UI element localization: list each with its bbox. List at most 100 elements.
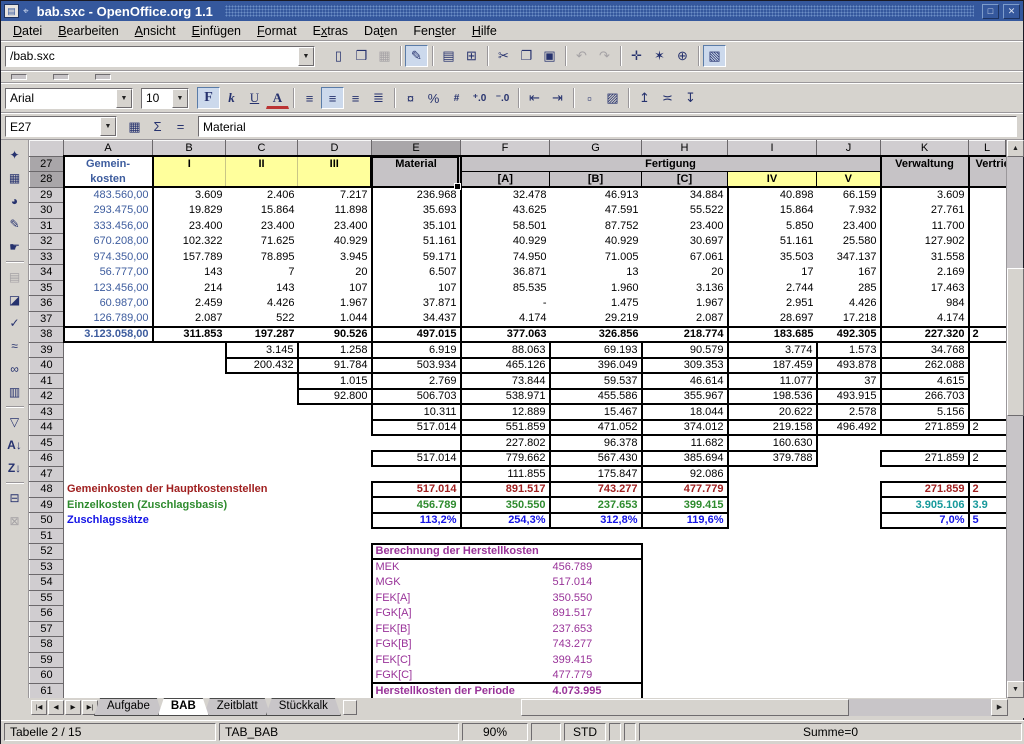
background-color-icon[interactable]: ▨ [601, 87, 624, 109]
cell[interactable] [969, 342, 1006, 358]
cell-K35[interactable]: 17.463 [881, 280, 969, 296]
spellcheck-icon[interactable]: ✓ [3, 311, 27, 334]
cell[interactable] [642, 575, 728, 591]
cell[interactable] [969, 311, 1006, 327]
cell-A36[interactable]: 60.987,00 [64, 296, 153, 312]
cell[interactable] [298, 652, 372, 668]
row-header-29[interactable]: 29 [30, 187, 64, 203]
copy-icon[interactable]: ❐ [515, 45, 538, 67]
cell[interactable] [153, 652, 226, 668]
cell-F40[interactable]: 465.126 [461, 358, 550, 374]
column-header-G[interactable]: G [550, 141, 642, 157]
bold-icon[interactable]: F [197, 87, 220, 109]
cell-D33[interactable]: 3.945 [298, 249, 372, 265]
menu-extras[interactable]: Extras [305, 22, 356, 40]
cell[interactable] [642, 544, 728, 560]
cell-C32[interactable]: 71.625 [226, 234, 298, 250]
cell-G34[interactable]: 13 [550, 265, 642, 281]
cell-D41[interactable]: 1.015 [298, 373, 372, 389]
cell-H46[interactable]: 385.694 [642, 451, 728, 467]
row-header-56[interactable]: 56 [30, 606, 64, 622]
cell-E39[interactable]: 6.919 [372, 342, 461, 358]
cell[interactable] [969, 389, 1006, 405]
cell-K46[interactable]: 271.859 [881, 451, 969, 467]
font-size-dropdown-icon[interactable]: ▼ [172, 89, 188, 108]
cell-F49[interactable]: 350.550 [461, 497, 550, 513]
cell-F43[interactable]: 12.889 [461, 404, 550, 420]
cell-E43[interactable]: 10.311 [372, 404, 461, 420]
cell-K41[interactable]: 4.615 [881, 373, 969, 389]
cell-G46[interactable]: 567.430 [550, 451, 642, 467]
cell[interactable] [64, 606, 153, 622]
row-header-39[interactable]: 39 [30, 342, 64, 358]
cell-F27[interactable]: Fertigung [461, 156, 881, 172]
cell-G40[interactable]: 396.049 [550, 358, 642, 374]
cell[interactable] [64, 420, 153, 436]
cell-I34[interactable]: 17 [728, 265, 817, 281]
cell-C36[interactable]: 4.426 [226, 296, 298, 312]
cell-C35[interactable]: 143 [226, 280, 298, 296]
cell-D37[interactable]: 1.044 [298, 311, 372, 327]
row-header-58[interactable]: 58 [30, 637, 64, 653]
row-header-55[interactable]: 55 [30, 590, 64, 606]
cell-reference-input[interactable] [6, 120, 100, 134]
cell-I31[interactable]: 5.850 [728, 218, 817, 234]
row-header-35[interactable]: 35 [30, 280, 64, 296]
cell-E34[interactable]: 6.507 [372, 265, 461, 281]
cell[interactable] [969, 559, 1006, 575]
cell[interactable] [298, 528, 372, 544]
cell-I36[interactable]: 2.951 [728, 296, 817, 312]
cell[interactable] [64, 575, 153, 591]
cell-H38[interactable]: 218.774 [642, 327, 728, 343]
align-center-vertical-icon[interactable]: ≍ [656, 87, 679, 109]
cell-G57[interactable]: 237.653 [550, 621, 642, 637]
find-replace-icon[interactable]: ∞ [3, 357, 27, 380]
column-header-H[interactable]: H [642, 141, 728, 157]
menu-ansicht[interactable]: Ansicht [127, 22, 184, 40]
cell-G32[interactable]: 40.929 [550, 234, 642, 250]
cell-A33[interactable]: 974.350,00 [64, 249, 153, 265]
cell-G37[interactable]: 29.219 [550, 311, 642, 327]
cell-C34[interactable]: 7 [226, 265, 298, 281]
cell[interactable] [64, 590, 153, 606]
menu-format[interactable]: Format [249, 22, 305, 40]
cell-F39[interactable]: 88.063 [461, 342, 550, 358]
cell-C38[interactable]: 197.287 [226, 327, 298, 343]
cell[interactable] [226, 559, 298, 575]
cell-K33[interactable]: 31.558 [881, 249, 969, 265]
cell-E36[interactable]: 37.871 [372, 296, 461, 312]
row-header-53[interactable]: 53 [30, 559, 64, 575]
font-color-icon[interactable]: A [266, 87, 289, 109]
scroll-up-button[interactable]: ▲ [1007, 140, 1024, 157]
cell[interactable] [298, 451, 372, 467]
cell[interactable] [728, 621, 817, 637]
cell-A29[interactable]: 483.560,00 [64, 187, 153, 203]
vertical-scrollbar[interactable]: ▲ ▼ [1006, 140, 1023, 698]
cell-B29[interactable]: 3.609 [153, 187, 226, 203]
cell-F48[interactable]: 891.517 [461, 482, 550, 498]
column-header-L[interactable]: L [969, 141, 1006, 157]
cell-H40[interactable]: 309.353 [642, 358, 728, 374]
cell-B35[interactable]: 214 [153, 280, 226, 296]
cell-K28[interactable] [881, 172, 969, 188]
function-wizard-icon[interactable]: ▦ [123, 116, 146, 138]
cell[interactable] [64, 358, 153, 374]
cell-I41[interactable]: 11.077 [728, 373, 817, 389]
number-format-standard-icon[interactable]: # [445, 87, 468, 109]
cell-E30[interactable]: 35.693 [372, 203, 461, 219]
cell-B32[interactable]: 102.322 [153, 234, 226, 250]
cell-F34[interactable]: 36.871 [461, 265, 550, 281]
cell-I44[interactable]: 219.158 [728, 420, 817, 436]
cell[interactable] [64, 466, 153, 482]
menu-daten[interactable]: Daten [356, 22, 405, 40]
align-right-icon[interactable]: ≡ [344, 87, 367, 109]
first-sheet-button[interactable]: |◀ [31, 700, 47, 715]
cell-E42[interactable]: 506.703 [372, 389, 461, 405]
row-header-44[interactable]: 44 [30, 420, 64, 436]
cell[interactable] [153, 420, 226, 436]
menu-einfügen[interactable]: Einfügen [184, 22, 249, 40]
cell[interactable] [461, 621, 550, 637]
cell[interactable] [226, 404, 298, 420]
row-header-54[interactable]: 54 [30, 575, 64, 591]
cell[interactable] [969, 575, 1006, 591]
